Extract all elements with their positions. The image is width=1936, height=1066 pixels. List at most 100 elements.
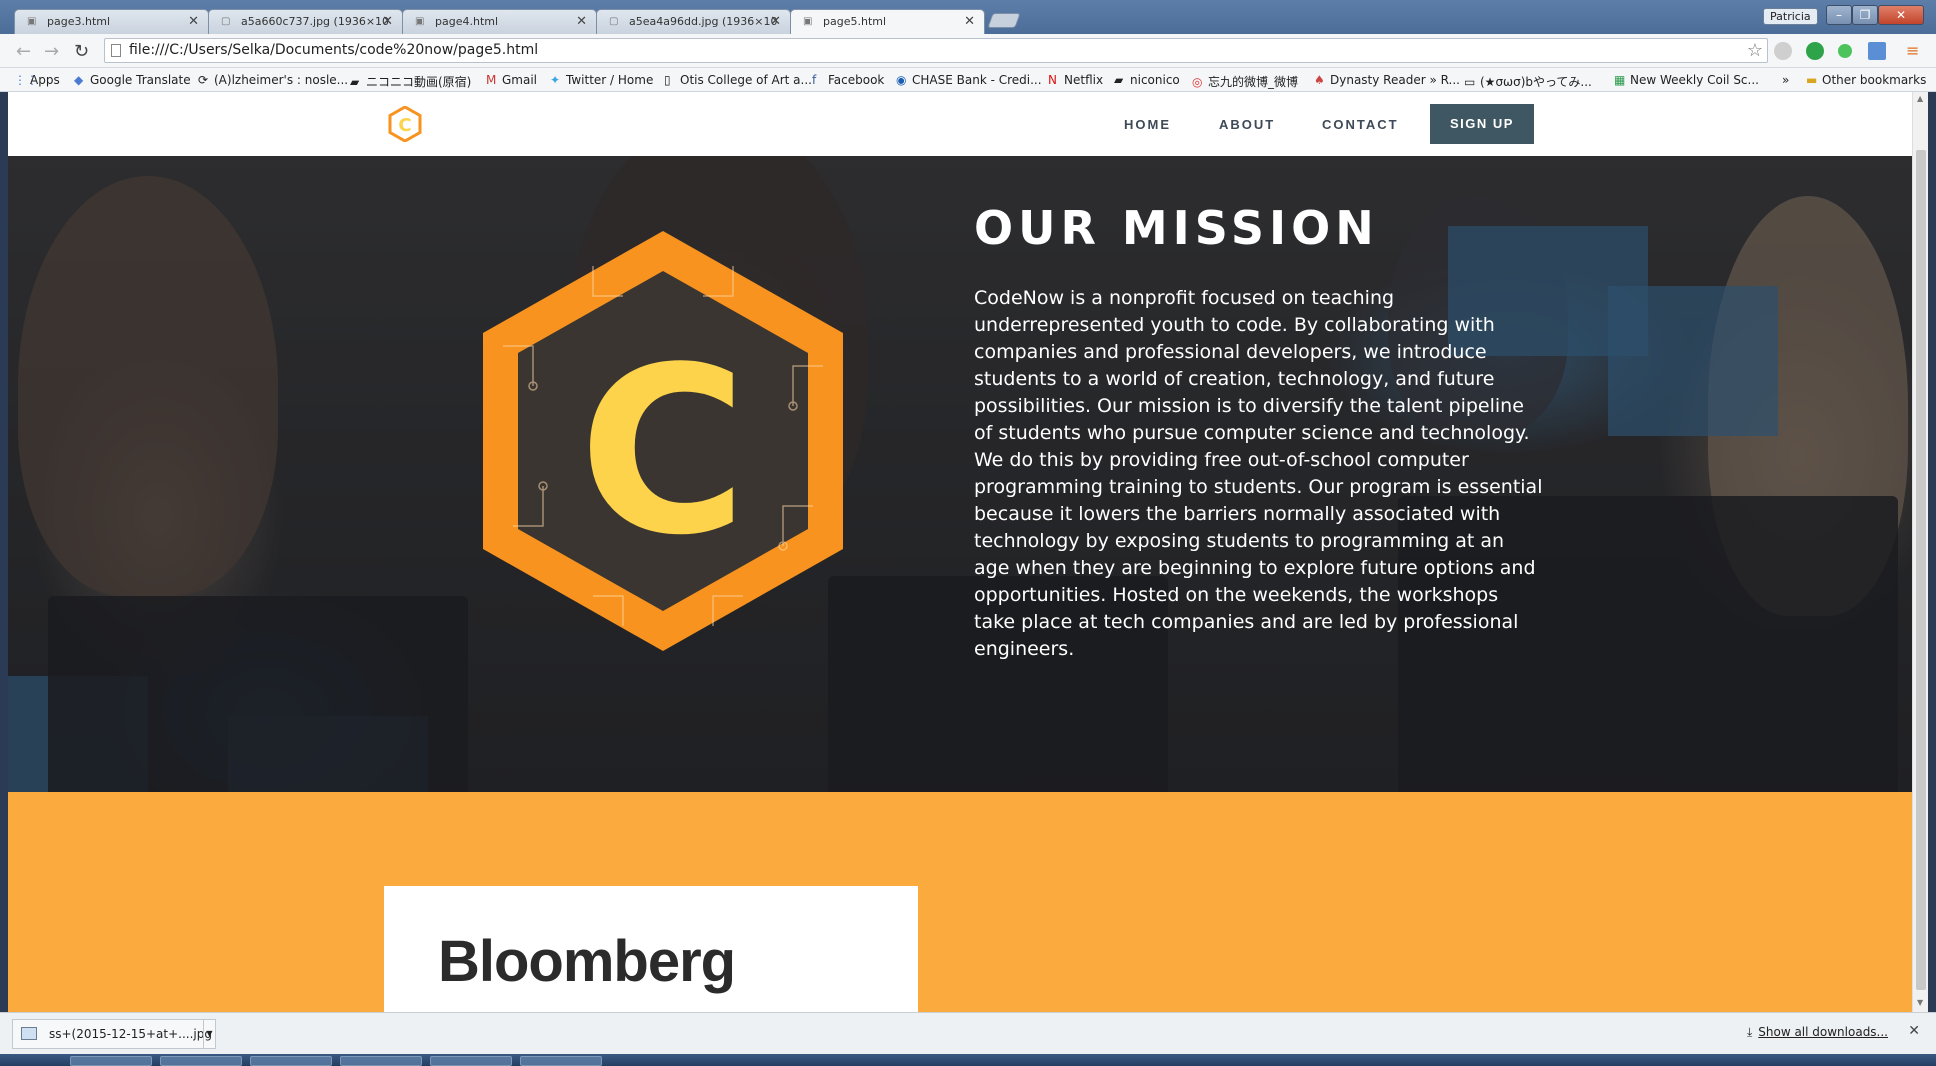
- other-bookmarks[interactable]: ▬ Other bookmarks: [1806, 73, 1926, 87]
- mission-body: CodeNow is a nonprofit focused on teachi…: [974, 287, 1543, 660]
- scroll-down-arrow-icon[interactable]: ▼: [1917, 998, 1923, 1007]
- twitter-icon: ✦: [550, 73, 561, 87]
- weibo-icon: ◎: [1192, 75, 1203, 89]
- whatsapp-extension-icon[interactable]: [1838, 44, 1852, 58]
- tab-label: page3.html: [47, 15, 111, 28]
- bookmarks-bar: ⋮⋮Apps ◆ Google Translate ⟳ (A)lzheimer's …: [0, 68, 1936, 92]
- browser-tab[interactable]: ▢ a5a660c737.jpg (1936×10 ✕: [208, 9, 403, 34]
- extension-icon[interactable]: [1774, 42, 1792, 60]
- nav-about[interactable]: ABOUT: [1219, 117, 1275, 132]
- maximize-icon[interactable]: ❐: [1852, 5, 1878, 25]
- bookmark-item[interactable]: ✦ Twitter / Home: [550, 73, 653, 87]
- browser-toolbar: ← → ↻ file:///C:/Users/Selka/Documents/c…: [0, 34, 1936, 68]
- bookmark-item[interactable]: ▰ ニコニコ動画(原宿): [350, 73, 471, 90]
- tab-label: a5a660c737.jpg (1936×10: [241, 15, 390, 28]
- browser-tab-active[interactable]: ▣ page5.html ✕: [790, 9, 985, 35]
- sponsors-section: Bloomberg: [8, 792, 1912, 1012]
- mission-hero: C OUR MISSION CodeNow is a nonprofit foc…: [8, 156, 1912, 792]
- apps-grid-icon: ⋮⋮: [14, 73, 38, 87]
- taskbar-button[interactable]: [340, 1056, 422, 1066]
- bookmarks-overflow-chevron[interactable]: »: [1782, 73, 1789, 87]
- minimize-icon[interactable]: –: [1826, 5, 1852, 25]
- close-tab-icon[interactable]: ✕: [382, 14, 393, 29]
- bookmark-apps[interactable]: ⋮⋮Apps: [14, 73, 60, 87]
- tab-label: page4.html: [435, 15, 499, 28]
- tab-label: page5.html: [823, 15, 887, 28]
- profile-button[interactable]: Patricia: [1763, 8, 1818, 25]
- browser-tab[interactable]: ▢ a5ea4a96dd.jpg (1936×10 ✕: [596, 9, 791, 34]
- codenow-hex-logo: C: [483, 231, 843, 651]
- site-header: C HOME ABOUT CONTACT SIGN UP: [8, 92, 1912, 156]
- page-viewport: C HOME ABOUT CONTACT SIGN UP C OUR MISSI…: [8, 92, 1912, 1012]
- address-bar[interactable]: file:///C:/Users/Selka/Documents/code%20…: [104, 38, 1768, 63]
- taskbar-button[interactable]: [160, 1056, 242, 1066]
- menu-icon[interactable]: ≡: [1906, 41, 1919, 60]
- close-tab-icon[interactable]: ✕: [770, 14, 781, 29]
- download-item[interactable]: ss+(2015-12-15+at+....jpg ▼: [12, 1019, 216, 1049]
- page-icon: ▯: [664, 73, 671, 87]
- scrollbar-thumb[interactable]: [1916, 150, 1926, 990]
- scroll-up-arrow-icon[interactable]: ▲: [1917, 94, 1923, 103]
- background-laptop: [48, 596, 468, 792]
- windows-taskbar: [0, 1054, 1936, 1066]
- mission-block: OUR MISSION CodeNow is a nonprofit focus…: [974, 201, 1544, 663]
- hex-logo-letter: C: [579, 319, 748, 586]
- translate-icon: ◆: [74, 73, 84, 87]
- bookmark-item[interactable]: ▭ (★σωσ)bやってみ...: [1464, 73, 1592, 90]
- bookmark-item[interactable]: ▰ niconico: [1114, 73, 1180, 87]
- download-filename: ss+(2015-12-15+at+....jpg: [49, 1027, 212, 1041]
- page-scrollbar[interactable]: ▲ ▼: [1912, 92, 1928, 1012]
- address-text: file:///C:/Users/Selka/Documents/code%20…: [129, 42, 539, 58]
- taskbar-button[interactable]: [250, 1056, 332, 1066]
- bookmark-star-icon[interactable]: ☆: [1747, 39, 1763, 62]
- sponsor-card-bloomberg[interactable]: Bloomberg: [384, 886, 918, 1012]
- page-icon: ▢: [221, 16, 231, 27]
- back-arrow-icon[interactable]: ←: [16, 41, 31, 62]
- netflix-icon: N: [1048, 73, 1057, 87]
- bookmark-item[interactable]: ▯ Otis College of Art a...: [664, 73, 812, 87]
- close-shelf-icon[interactable]: ✕: [1908, 1023, 1920, 1039]
- taskbar-button[interactable]: [520, 1056, 602, 1066]
- bookmark-item[interactable]: ◉ CHASE Bank - Credi...: [896, 73, 1042, 87]
- taskbar-button[interactable]: [430, 1056, 512, 1066]
- bookmark-item[interactable]: N Netflix: [1048, 73, 1103, 87]
- nav-contact[interactable]: CONTACT: [1322, 117, 1399, 132]
- niconico-icon: ▰: [350, 75, 360, 89]
- bookmark-item[interactable]: ⟳ (A)lzheimer's : nosle...: [198, 73, 348, 87]
- reload-icon[interactable]: ↻: [74, 41, 89, 62]
- close-window-icon[interactable]: ✕: [1878, 5, 1924, 25]
- forward-arrow-icon[interactable]: →: [44, 41, 59, 62]
- close-tab-icon[interactable]: ✕: [188, 14, 199, 29]
- html-file-icon: ▣: [415, 16, 425, 27]
- bookmark-item[interactable]: f Facebook: [812, 73, 884, 87]
- new-tab-button[interactable]: [987, 13, 1021, 28]
- page-icon: ▢: [609, 16, 619, 27]
- gmail-icon: M: [486, 73, 497, 87]
- chevron-down-icon[interactable]: ▼: [203, 1020, 215, 1048]
- close-tab-icon[interactable]: ✕: [964, 14, 975, 29]
- tumblr-icon: ⟳: [198, 73, 209, 87]
- facebook-icon: f: [812, 73, 817, 87]
- bookmark-item[interactable]: ◎ 忘九的微博_微博: [1192, 73, 1298, 90]
- tab-label: a5ea4a96dd.jpg (1936×10: [629, 15, 778, 28]
- show-all-downloads-link[interactable]: ⤓ Show all downloads...: [1747, 1025, 1888, 1040]
- logo-letter: C: [398, 115, 411, 136]
- download-arrow-icon: ⤓: [1746, 1025, 1753, 1039]
- codenow-logo-icon[interactable]: C: [388, 106, 422, 142]
- bookmark-item[interactable]: ◆ Google Translate: [74, 73, 191, 87]
- bookmark-item[interactable]: M Gmail: [486, 73, 537, 87]
- bookmark-item[interactable]: ♠ Dynasty Reader » R...: [1314, 73, 1460, 87]
- bookmark-item[interactable]: ▦ New Weekly Coil Sc...: [1614, 73, 1759, 87]
- taskbar-button[interactable]: [70, 1056, 152, 1066]
- close-tab-icon[interactable]: ✕: [576, 14, 587, 29]
- page-icon: [111, 44, 121, 57]
- sheets-icon: ▦: [1614, 73, 1626, 87]
- browser-tab[interactable]: ▣ page3.html ✕: [14, 9, 209, 34]
- browser-tab[interactable]: ▣ page4.html ✕: [402, 9, 597, 34]
- niconico-icon: ▰: [1114, 73, 1124, 87]
- flag-extension-icon[interactable]: [1868, 42, 1886, 60]
- dynasty-icon: ♠: [1314, 73, 1325, 87]
- signup-button[interactable]: SIGN UP: [1430, 104, 1534, 144]
- nav-home[interactable]: HOME: [1124, 117, 1171, 132]
- grammarly-extension-icon[interactable]: [1806, 42, 1824, 60]
